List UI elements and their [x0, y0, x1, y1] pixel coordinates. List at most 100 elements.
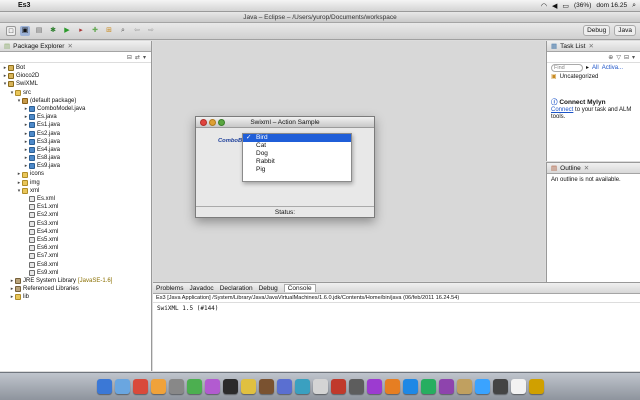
task-list-tab[interactable]: ▦ Task List ✕ — [547, 41, 640, 52]
print-icon[interactable]: ▤ — [34, 26, 44, 36]
combo-option[interactable]: Pig — [243, 166, 351, 174]
tab-problems[interactable]: Problems — [156, 285, 183, 292]
tree-item[interactable]: Es.xml — [0, 195, 151, 203]
tree-item[interactable]: Es3.xml — [0, 220, 151, 228]
tree-item[interactable]: ▸ Es.java — [0, 113, 151, 121]
collapse-all-icon[interactable]: ⊟ — [127, 54, 132, 61]
dock-app-icon[interactable] — [438, 379, 454, 394]
perspective-java[interactable]: Java — [614, 25, 636, 36]
dock-app-icon[interactable] — [492, 379, 508, 394]
tree-item[interactable]: Es6.xml — [0, 244, 151, 252]
tree-item[interactable]: ▸ Bot — [0, 64, 151, 72]
dock-app-icon[interactable] — [114, 379, 130, 394]
open-type-icon[interactable]: ⊞ — [104, 26, 114, 36]
dock-app-icon[interactable] — [510, 379, 526, 394]
tree-item[interactable]: ▸ Es3.java — [0, 138, 151, 146]
tab-javadoc[interactable]: Javadoc — [189, 285, 213, 292]
spotlight-icon[interactable]: ⌕ — [632, 2, 636, 10]
tree-item[interactable]: Es1.xml — [0, 203, 151, 211]
back-icon[interactable]: ⇦ — [132, 26, 142, 36]
dock-app-icon[interactable] — [348, 379, 364, 394]
tree-item[interactable]: ▸ Es9.java — [0, 162, 151, 170]
dock-app-icon[interactable] — [222, 379, 238, 394]
battery-icon[interactable]: ▭ — [562, 2, 569, 10]
close-icon[interactable]: ✕ — [584, 164, 589, 172]
tree-item[interactable]: Es2.xml — [0, 211, 151, 219]
task-find-input[interactable]: Find — [551, 63, 583, 72]
wifi-icon[interactable]: ◠ — [541, 2, 547, 10]
connect-link[interactable]: Connect — [551, 107, 573, 113]
tree-item[interactable]: ▾ src — [0, 89, 151, 97]
forward-icon[interactable]: ⇨ — [146, 26, 156, 36]
tree-item[interactable]: Es8.xml — [0, 261, 151, 269]
dock-app-icon[interactable] — [456, 379, 472, 394]
close-button[interactable] — [200, 119, 207, 126]
dock-app-icon[interactable] — [366, 379, 382, 394]
tab-debug[interactable]: Debug — [259, 285, 278, 292]
tree-item[interactable]: ▸ icons — [0, 170, 151, 178]
zoom-button[interactable] — [218, 119, 225, 126]
all-filter[interactable]: All — [592, 65, 599, 71]
dock-app-icon[interactable] — [312, 379, 328, 394]
combo-option[interactable]: Cat — [243, 142, 351, 150]
combo-option[interactable]: ✓ Bird — [243, 134, 351, 142]
dock-app-icon[interactable] — [402, 379, 418, 394]
new-java-project-icon[interactable]: ✚ — [90, 26, 100, 36]
run-icon[interactable]: ▶ — [62, 26, 72, 36]
close-icon[interactable]: ✕ — [67, 42, 72, 50]
tree-item[interactable]: ▾ SwiXML — [0, 80, 151, 88]
tree-item[interactable]: ▸ img — [0, 179, 151, 187]
tab-declaration[interactable]: Declaration — [220, 285, 253, 292]
view-menu-icon[interactable]: ▾ — [632, 54, 635, 61]
debug-icon[interactable]: ✱ — [48, 26, 58, 36]
collapse-icon[interactable]: ⊟ — [624, 54, 629, 61]
save-icon[interactable]: ▣ — [20, 26, 30, 36]
outline-tab[interactable]: ▤ Outline ✕ — [547, 163, 640, 174]
volume-icon[interactable]: ◀ — [552, 2, 557, 10]
dock-app-icon[interactable] — [168, 379, 184, 394]
dock-app-icon[interactable] — [528, 379, 544, 394]
combo-option[interactable]: Rabbit — [243, 158, 351, 166]
dock-app-icon[interactable] — [330, 379, 346, 394]
dock-app-icon[interactable] — [294, 379, 310, 394]
tree-item[interactable]: ▸ ComboModel.java — [0, 105, 151, 113]
tree-item[interactable]: ▾ (default package) — [0, 97, 151, 105]
uncategorized-row[interactable]: ▣ Uncategorized — [547, 72, 640, 81]
activate-link[interactable]: Activa... — [602, 65, 623, 71]
tree-item[interactable]: ▸ lib — [0, 293, 151, 301]
filter-icon[interactable]: ▽ — [616, 54, 621, 61]
tree-item[interactable]: Es9.xml — [0, 269, 151, 277]
tree-item[interactable]: ▸ Gioco2D — [0, 72, 151, 80]
search-icon[interactable]: ⌕ — [118, 26, 128, 36]
new-icon[interactable]: □ — [6, 26, 16, 36]
tree-item[interactable]: ▸ Es1.java — [0, 121, 151, 129]
tree-item[interactable]: ▸ Es8.java — [0, 154, 151, 162]
view-menu-icon[interactable]: ▾ — [143, 54, 146, 61]
dock-app-icon[interactable] — [132, 379, 148, 394]
dock-app-icon[interactable] — [96, 379, 112, 394]
tab-console[interactable]: Console — [283, 284, 316, 292]
tree-item[interactable]: ▸ Referenced Libraries — [0, 285, 151, 293]
package-explorer-tab[interactable]: ▤ Package Explorer ✕ — [0, 41, 151, 52]
app-menu[interactable]: Es3 — [18, 2, 30, 9]
dock-app-icon[interactable] — [276, 379, 292, 394]
tree-item[interactable]: Es7.xml — [0, 252, 151, 260]
dock-app-icon[interactable] — [258, 379, 274, 394]
tree-item[interactable]: Es4.xml — [0, 228, 151, 236]
external-tools-icon[interactable]: ▸ — [76, 26, 86, 36]
dock-app-icon[interactable] — [204, 379, 220, 394]
tree-item[interactable]: Es5.xml — [0, 236, 151, 244]
tree-item[interactable]: ▾ xml — [0, 187, 151, 195]
link-editor-icon[interactable]: ⇄ — [135, 54, 140, 61]
dock-app-icon[interactable] — [474, 379, 490, 394]
dialog-titlebar[interactable]: Swixml – Action Sample — [196, 117, 374, 128]
dock-app-icon[interactable] — [384, 379, 400, 394]
clock[interactable]: dom 16.25 — [596, 2, 627, 9]
minimize-button[interactable] — [209, 119, 216, 126]
dock-app-icon[interactable] — [186, 379, 202, 394]
close-icon[interactable]: ✕ — [588, 42, 593, 50]
perspective-debug[interactable]: Debug — [583, 25, 611, 36]
dock-app-icon[interactable] — [420, 379, 436, 394]
dock-app-icon[interactable] — [150, 379, 166, 394]
tree-item[interactable]: ▸ Es2.java — [0, 130, 151, 138]
